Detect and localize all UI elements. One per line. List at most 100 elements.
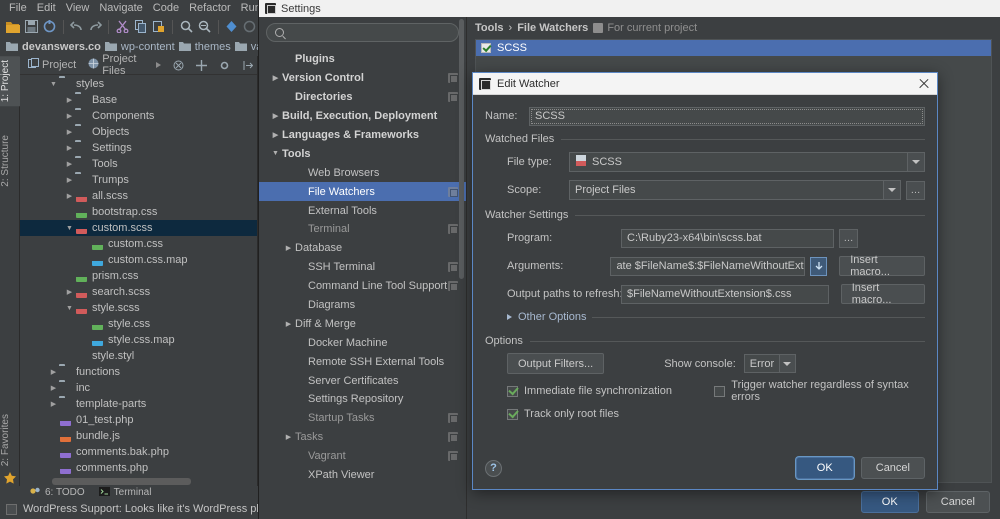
status-item-todo[interactable]: 6: TODO (30, 486, 85, 499)
tree-expand-arrow[interactable]: ▶ (64, 112, 75, 120)
tree-expand-arrow[interactable]: ▼ (64, 305, 75, 312)
status-item-terminal[interactable]: Terminal (99, 487, 152, 499)
sync-icon[interactable] (42, 17, 58, 36)
tree-item-style-styl[interactable]: style.styl (20, 348, 257, 364)
find-replace-icon[interactable] (196, 17, 212, 36)
tree-item-01-test-php[interactable]: 01_test.php (20, 412, 257, 428)
dialog-ok-button[interactable]: OK (796, 457, 854, 479)
table-row[interactable]: SCSS (476, 40, 991, 56)
menu-item-view[interactable]: View (61, 0, 95, 16)
tree-item-inc[interactable]: ▶inc (20, 380, 257, 396)
tree-item-tools[interactable]: ▶Tools (20, 156, 257, 172)
tree-item-all-scss[interactable]: ▶all.scss (20, 188, 257, 204)
tree-expand-arrow[interactable]: ▶ (64, 144, 75, 152)
breadcrumb-item-3[interactable]: var (235, 41, 258, 54)
tree-item-custom-css[interactable]: custom.css (20, 236, 257, 252)
undo-icon[interactable] (69, 17, 85, 36)
program-browse-button[interactable]: … (839, 229, 858, 248)
breadcrumb-item-1[interactable]: wp-content (105, 41, 175, 54)
sidebar-item-project[interactable]: 1: Project (0, 56, 20, 106)
settings-item-tasks[interactable]: ▶Tasks (259, 428, 466, 447)
settings-item-diff-merge[interactable]: ▶Diff & Merge (259, 314, 466, 333)
tree-item-prism-css[interactable]: prism.css (20, 268, 257, 284)
tree-item-objects[interactable]: ▶Objects (20, 124, 257, 140)
find-icon[interactable] (178, 17, 194, 36)
settings-item-plugins[interactable]: Plugins (259, 50, 466, 69)
open-folder-icon[interactable] (5, 17, 21, 36)
settings-item-terminal[interactable]: Terminal (259, 220, 466, 239)
settings-item-docker-machine[interactable]: Docker Machine (259, 333, 466, 352)
settings-cancel-button[interactable]: Cancel (926, 491, 990, 513)
output-insert-macro-button[interactable]: Insert macro... (841, 284, 925, 304)
scroll-from-source-icon[interactable] (192, 60, 211, 71)
settings-item-settings-repository[interactable]: Settings Repository (259, 390, 466, 409)
arguments-expand-icon[interactable] (810, 257, 827, 276)
settings-item-build-execution-deployment[interactable]: ▶Build, Execution, Deployment (259, 107, 466, 126)
settings-item-languages-frameworks[interactable]: ▶Languages & Frameworks (259, 126, 466, 145)
output-filters-button[interactable]: Output Filters... (507, 353, 604, 374)
tree-item-settings[interactable]: ▶Settings (20, 140, 257, 156)
tree-item-custom-scss[interactable]: ▼custom.scss (20, 220, 257, 236)
menu-item-edit[interactable]: Edit (32, 0, 61, 16)
breadcrumb-item-2[interactable]: themes (179, 41, 231, 54)
settings-item-command-line-tool-support[interactable]: Command Line Tool Support (259, 277, 466, 296)
sidebar-item-structure[interactable]: 2: Structure (0, 131, 20, 191)
program-field[interactable]: C:\Ruby23-x64\bin\scss.bat (621, 229, 834, 248)
tree-item-comments-bak-php[interactable]: comments.bak.php (20, 444, 257, 460)
cut-icon[interactable] (114, 17, 130, 36)
immediate-sync-checkbox[interactable]: Immediate file synchronization (507, 382, 693, 400)
settings-item-tools[interactable]: ▼Tools (259, 144, 466, 163)
project-tree-hscrollbar[interactable] (52, 478, 251, 485)
redo-icon[interactable] (87, 17, 103, 36)
track-root-files-checkbox[interactable]: Track only root files (507, 405, 619, 423)
tree-item-base[interactable]: ▶Base (20, 92, 257, 108)
tree-item-style-css-map[interactable]: style.css.map (20, 332, 257, 348)
show-console-combobox[interactable]: Error (744, 354, 796, 373)
scope-combobox[interactable]: Project Files (569, 180, 901, 200)
scope-dropdown-arrow[interactable] (883, 181, 900, 199)
settings-item-xpath-viewer[interactable]: XPath Viewer (259, 466, 466, 485)
sidebar-item-favorites[interactable]: 2: Favorites (0, 410, 20, 470)
menu-item-refactor[interactable]: Refactor (184, 0, 236, 16)
settings-tree-scrollbar[interactable] (459, 19, 464, 279)
settings-item-vagrant[interactable]: Vagrant (259, 447, 466, 466)
trigger-regardless-checkbox[interactable]: Trigger watcher regardless of syntax err… (714, 382, 925, 400)
tree-expand-arrow[interactable]: ▶ (64, 288, 75, 296)
copy-icon[interactable] (133, 17, 149, 36)
tree-expand-arrow[interactable]: ▶ (48, 384, 59, 392)
tree-item-style-css[interactable]: style.css (20, 316, 257, 332)
tree-item-trumps[interactable]: ▶Trumps (20, 172, 257, 188)
settings-search-box[interactable] (266, 23, 459, 42)
settings-expand-arrow[interactable]: ▶ (282, 433, 295, 441)
watcher-enabled-checkbox[interactable] (481, 43, 491, 53)
debug-icon[interactable] (223, 17, 239, 36)
tree-item-styles[interactable]: ▼styles (20, 76, 257, 92)
menu-item-file[interactable]: File (4, 0, 32, 16)
settings-item-remote-ssh-external-tools[interactable]: Remote SSH External Tools (259, 352, 466, 371)
settings-ok-button[interactable]: OK (861, 491, 919, 513)
scope-browse-button[interactable]: … (906, 181, 925, 200)
tree-expand-arrow[interactable]: ▶ (64, 160, 75, 168)
paste-icon[interactable] (151, 17, 167, 36)
tree-item-comments-php[interactable]: comments.php (20, 460, 257, 476)
tree-expand-arrow[interactable]: ▶ (64, 96, 75, 104)
tree-expand-arrow[interactable]: ▶ (64, 176, 75, 184)
settings-expand-arrow[interactable]: ▼ (269, 150, 282, 157)
settings-search-input[interactable] (289, 27, 450, 39)
tree-item-components[interactable]: ▶Components (20, 108, 257, 124)
tree-item-style-scss[interactable]: ▼style.scss (20, 300, 257, 316)
settings-gear-icon[interactable] (215, 60, 234, 71)
settings-item-ssh-terminal[interactable]: SSH Terminal (259, 258, 466, 277)
project-file-tree[interactable]: ▼styles▶Base▶Components▶Objects▶Settings… (20, 76, 257, 476)
breadcrumb-item-0[interactable]: devanswers.co (6, 41, 101, 54)
project-files-tab[interactable]: Project Files (84, 53, 148, 77)
tree-expand-arrow[interactable]: ▼ (48, 81, 59, 88)
file-type-combobox[interactable]: SCSS (569, 152, 925, 172)
settings-expand-arrow[interactable]: ▶ (282, 244, 295, 252)
expand-dropdown-icon[interactable] (152, 62, 165, 68)
settings-expand-arrow[interactable]: ▶ (282, 320, 295, 328)
output-paths-field[interactable]: $FileNameWithoutExtension$.css (621, 285, 829, 304)
settings-expand-arrow[interactable]: ▶ (269, 112, 282, 120)
settings-item-server-certificates[interactable]: Server Certificates (259, 371, 466, 390)
settings-item-directories[interactable]: Directories (259, 88, 466, 107)
